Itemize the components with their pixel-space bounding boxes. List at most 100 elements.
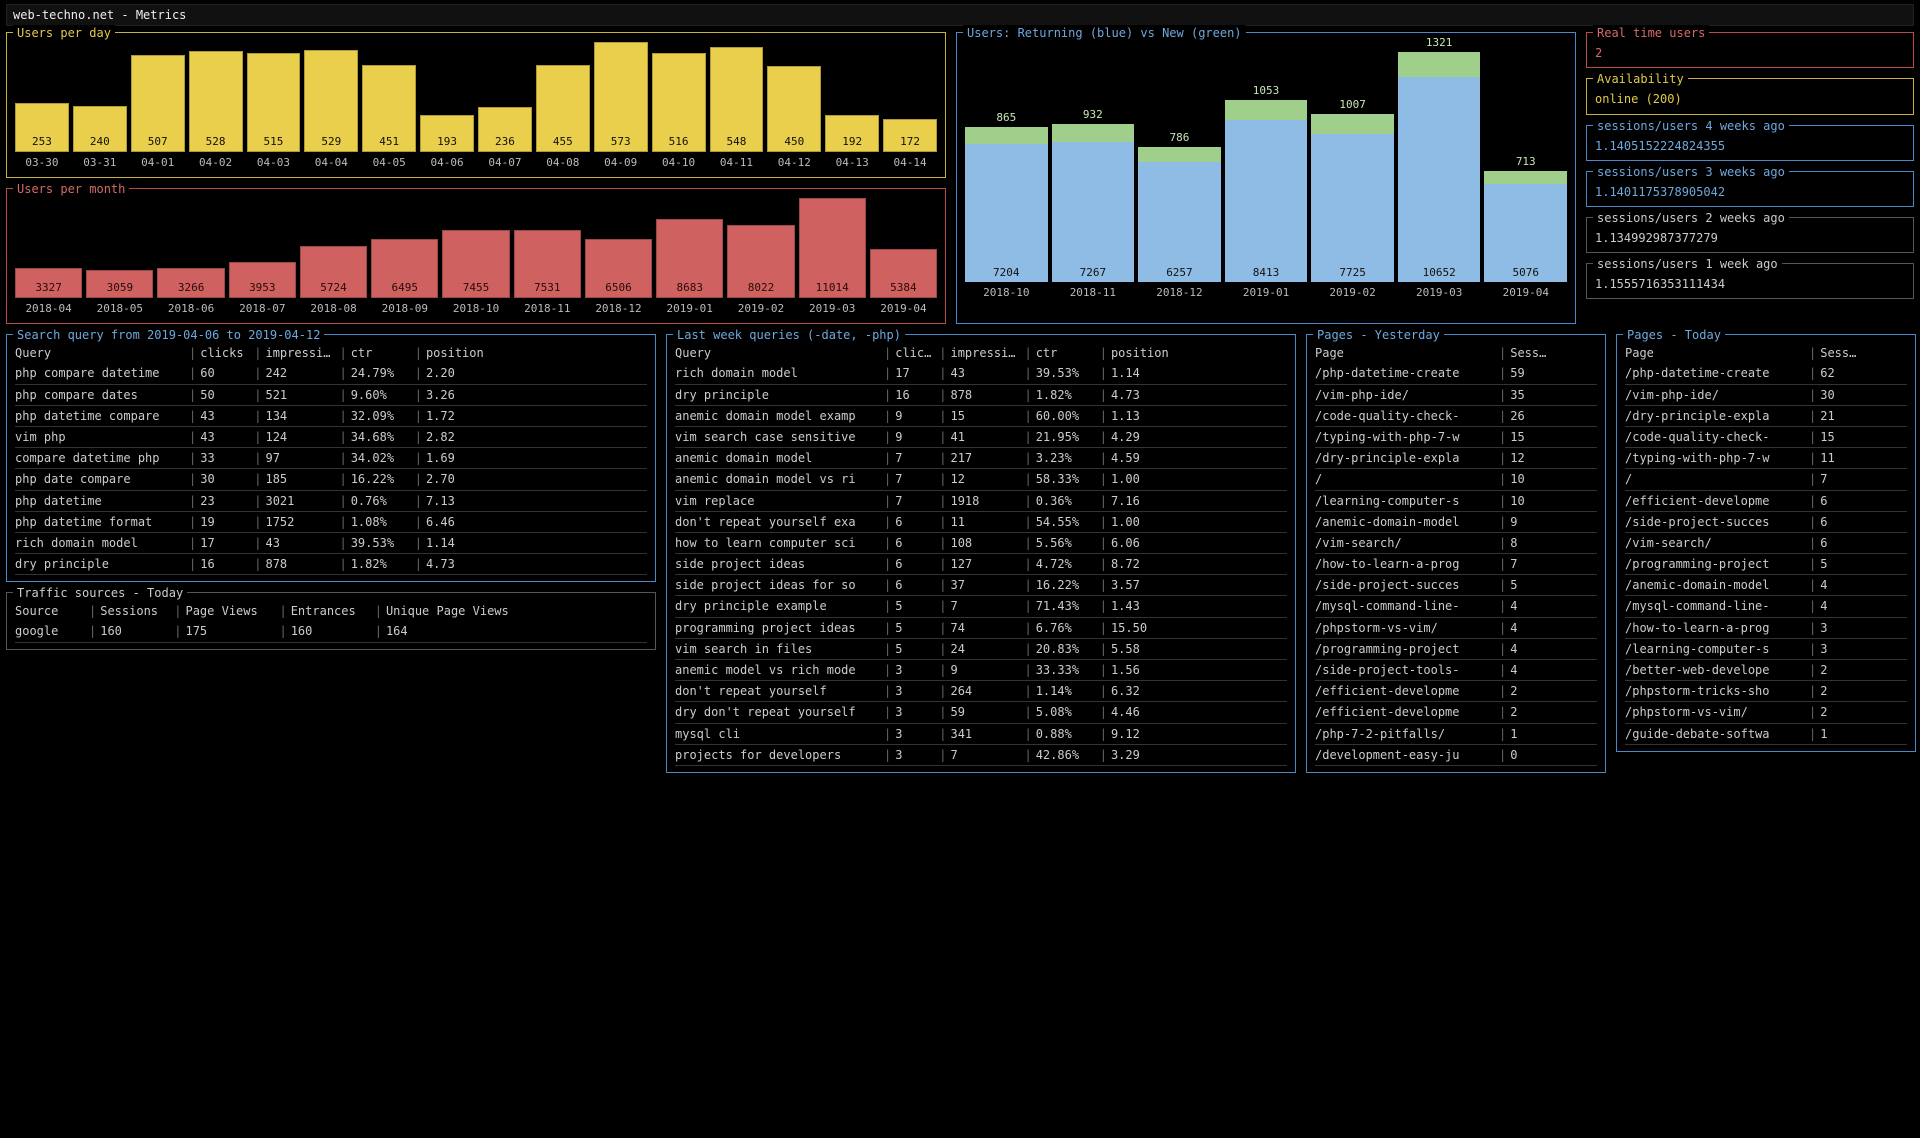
col-impressions: impressions bbox=[950, 345, 1020, 361]
bar-column: 50704-01 bbox=[131, 55, 185, 171]
panel-sessions-users-ratio: sessions/users 3 weeks ago1.140117537890… bbox=[1586, 171, 1914, 207]
cell: /efficient-developme bbox=[1315, 683, 1495, 699]
panel-title: Real time users bbox=[1593, 25, 1709, 41]
bar-category: 04-05 bbox=[362, 156, 416, 171]
stacked-bar: 7135076 bbox=[1484, 155, 1567, 283]
cell: 1.14% bbox=[1036, 683, 1096, 699]
cell: 6 bbox=[895, 577, 935, 593]
availability-value: online (200) bbox=[1595, 87, 1905, 107]
table-row: vim php|43|124|34.68%|2.82 bbox=[15, 427, 647, 448]
bar-value: 3059 bbox=[107, 280, 134, 298]
cell: 43 bbox=[265, 535, 335, 551]
cell: 4.72% bbox=[1036, 556, 1096, 572]
cell: 10 bbox=[1510, 471, 1550, 487]
bar-category: 2019-04 bbox=[870, 302, 937, 317]
cell: /efficient-developme bbox=[1625, 493, 1805, 509]
bar-category: 2018-10 bbox=[442, 302, 509, 317]
cell: 0.36% bbox=[1036, 493, 1096, 509]
table-row: dry don't repeat yourself|3|59|5.08%|4.4… bbox=[675, 702, 1287, 723]
bar-category: 04-08 bbox=[536, 156, 590, 171]
cell: 0.88% bbox=[1036, 726, 1096, 742]
col-ctr: ctr bbox=[351, 345, 411, 361]
cell: 6.32 bbox=[1111, 683, 1171, 699]
bar: 192 bbox=[825, 115, 879, 152]
cell: 878 bbox=[950, 387, 1020, 403]
cell: /vim-search/ bbox=[1315, 535, 1495, 551]
bar: 7455 bbox=[442, 230, 509, 298]
cell: 3.23% bbox=[1036, 450, 1096, 466]
table-row: /vim-search/|6 bbox=[1625, 533, 1907, 554]
bar-value-new: 1053 bbox=[1225, 84, 1308, 99]
cell: /efficient-developme bbox=[1315, 704, 1495, 720]
cell: vim php bbox=[15, 429, 185, 445]
cell: 7.13 bbox=[426, 493, 486, 509]
bar: 172 bbox=[883, 119, 937, 152]
cell: 41 bbox=[950, 429, 1020, 445]
cell: /guide-debate-softwa bbox=[1625, 726, 1805, 742]
bar-category: 2018-11 bbox=[1052, 286, 1135, 301]
cell: dry don't repeat yourself bbox=[675, 704, 880, 720]
table-row: dry principle example|5|7|71.43%|1.43 bbox=[675, 596, 1287, 617]
bar-column: 64952018-09 bbox=[371, 239, 438, 317]
bar-column: 240 03-31 bbox=[73, 106, 127, 171]
table-row: /php-7-2-pitfalls/|1 bbox=[1315, 724, 1597, 745]
bar-category: 04-09 bbox=[594, 156, 648, 171]
bar-value: 11014 bbox=[816, 280, 849, 298]
bar: 6495 bbox=[371, 239, 438, 298]
cell: 160 bbox=[291, 623, 371, 639]
bar-category: 04-11 bbox=[710, 156, 764, 171]
cell: /programming-project bbox=[1625, 556, 1805, 572]
bar-column: 23604-07 bbox=[478, 107, 532, 171]
bar-column: 39532018-07 bbox=[229, 262, 296, 317]
cell: 185 bbox=[265, 471, 335, 487]
bar: 528 bbox=[189, 51, 243, 152]
cell: 17 bbox=[200, 535, 250, 551]
bar-value: 6506 bbox=[605, 280, 632, 298]
cell: 35 bbox=[1510, 387, 1550, 403]
cell: rich domain model bbox=[675, 365, 880, 381]
cell: 1.72 bbox=[426, 408, 486, 424]
table-row: php datetime|23|3021|0.76%|7.13 bbox=[15, 491, 647, 512]
cell: 9.12 bbox=[1111, 726, 1171, 742]
bar-column: 52804-02 bbox=[189, 51, 243, 171]
stacked-bar: 9327267 bbox=[1052, 108, 1135, 283]
bar-value: 3266 bbox=[178, 280, 205, 298]
cell: 42.86% bbox=[1036, 747, 1096, 763]
table-row: php datetime format|19|1752|1.08%|6.46 bbox=[15, 512, 647, 533]
bar-segment-new bbox=[1398, 52, 1481, 77]
table-row: anemic domain model|7|217|3.23%|4.59 bbox=[675, 448, 1287, 469]
table-header: Source| Sessions| Page Views| Entrances|… bbox=[15, 601, 647, 621]
bar-column: 75312018-11 bbox=[514, 230, 581, 317]
cell: php datetime bbox=[15, 493, 185, 509]
cell: /better-web-develope bbox=[1625, 662, 1805, 678]
bar: 451 bbox=[362, 65, 416, 152]
cell: vim replace bbox=[675, 493, 880, 509]
cell: 242 bbox=[265, 365, 335, 381]
bar-category: 04-06 bbox=[420, 156, 474, 171]
bar-value: 5724 bbox=[320, 280, 347, 298]
table-row: vim search case sensitive|9|41|21.95%|4.… bbox=[675, 427, 1287, 448]
bar-category: 2018-12 bbox=[585, 302, 652, 317]
bar-value-new: 786 bbox=[1138, 131, 1221, 146]
cell: php datetime compare bbox=[15, 408, 185, 424]
panel-traffic-sources: Traffic sources - Today Source| Sessions… bbox=[6, 592, 656, 649]
panel-pages-today: Pages - Today Page| Sessions /php-dateti… bbox=[1616, 334, 1916, 752]
table-header: Page| Sessions bbox=[1315, 343, 1597, 363]
cell: dry principle bbox=[15, 556, 185, 572]
bar-value: 3327 bbox=[35, 280, 62, 298]
cell: 6 bbox=[895, 556, 935, 572]
bar-category: 2019-01 bbox=[656, 302, 723, 317]
cell: /code-quality-check- bbox=[1315, 408, 1495, 424]
cell: 4 bbox=[1820, 577, 1860, 593]
bar-value: 240 bbox=[90, 134, 110, 152]
cell: 5 bbox=[895, 641, 935, 657]
panel-sessions-users-ratio: sessions/users 4 weeks ago1.140515222482… bbox=[1586, 125, 1914, 161]
bar-column: 80222019-02 bbox=[727, 225, 794, 317]
cell: 0.76% bbox=[351, 493, 411, 509]
cell: don't repeat yourself bbox=[675, 683, 880, 699]
stacked-bar: 10538413 bbox=[1225, 84, 1308, 283]
table-row: /how-to-learn-a-prog|7 bbox=[1315, 554, 1597, 575]
panel-title: Last week queries (-date, -php) bbox=[673, 327, 905, 343]
cell: /anemic-domain-model bbox=[1315, 514, 1495, 530]
bar-category: 03-31 bbox=[73, 156, 127, 171]
